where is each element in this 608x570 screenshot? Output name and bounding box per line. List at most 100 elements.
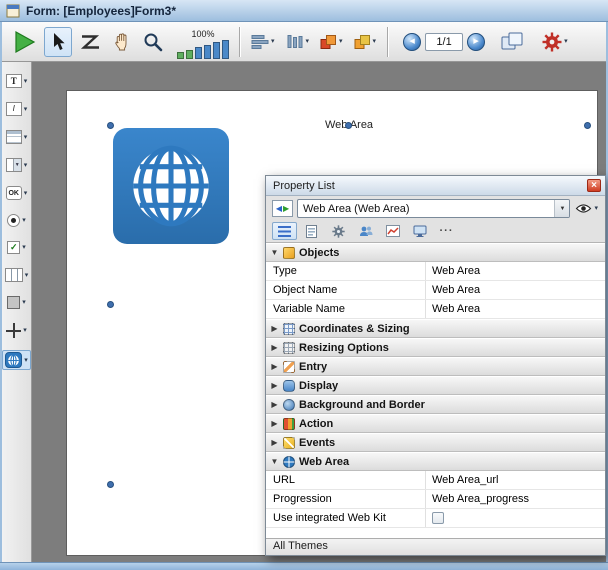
tab-more[interactable]: ··· (434, 222, 459, 240)
align-tool-button[interactable]: ▾ (247, 27, 279, 57)
page-indicator-field[interactable]: 1/1 (425, 33, 463, 51)
chevron-down-icon[interactable]: ▾ (22, 299, 26, 306)
hand-tool-button[interactable] (108, 27, 136, 57)
view-options-button[interactable]: ▾ (574, 203, 599, 214)
section-background-and-border[interactable]: ▶Background and Border (266, 395, 605, 414)
disclosure-triangle-icon[interactable]: ▶ (270, 420, 279, 428)
property-value[interactable]: Web Area (426, 300, 605, 318)
chevron-down-icon[interactable]: ▾ (22, 217, 26, 224)
use-integrated-web-kit-checkbox[interactable] (432, 512, 444, 524)
duplicate-tool-button[interactable]: ▾ (350, 27, 381, 57)
property-value[interactable]: Web Area_url (426, 471, 605, 489)
ok-button-icon: OK (6, 186, 22, 200)
disclosure-triangle-icon[interactable]: ▶ (270, 382, 279, 390)
tab-all-properties[interactable] (272, 222, 297, 240)
layers-tool-button[interactable]: ▾ (316, 27, 347, 57)
field-tool[interactable]: I▾ (3, 100, 31, 118)
distribute-tool-button[interactable]: ▾ (282, 27, 314, 57)
chevron-down-icon[interactable]: ▾ (271, 38, 275, 45)
section-label: Display (299, 380, 338, 392)
property-label: Type (266, 262, 426, 280)
splitter-bar-tool[interactable]: ▾ (2, 266, 32, 284)
next-page-button[interactable]: ▶ (467, 33, 485, 51)
zoom-control[interactable]: 100% (174, 25, 232, 59)
run-form-button[interactable] (7, 27, 41, 57)
chevron-down-icon[interactable]: ▾ (25, 272, 29, 279)
form-pages-button[interactable] (496, 27, 529, 57)
property-list-title: Property List (273, 180, 587, 192)
section-web-area[interactable]: ▼Web Area (266, 452, 605, 471)
webarea-icon (283, 456, 295, 468)
settings-gear-button[interactable]: ▾ (538, 27, 572, 57)
selection-handle[interactable] (345, 122, 352, 129)
tool-palette: T▾I▾▾▼▾OK▾▾✓▾▾▾▾▾ (2, 62, 32, 562)
selection-handle[interactable] (107, 481, 114, 488)
listbox-tool[interactable]: ▾ (3, 128, 31, 146)
property-row-use-integrated-web-kit: Use integrated Web Kit (266, 509, 605, 528)
pen-tool-button[interactable] (75, 27, 105, 57)
themes-filter-button[interactable]: All Themes (266, 538, 605, 555)
canvas: Web Area (32, 62, 606, 562)
disclosure-triangle-icon[interactable]: ▶ (270, 401, 279, 409)
close-button[interactable]: × (587, 179, 601, 192)
checkbox-tool[interactable]: ✓▾ (4, 239, 29, 256)
gear-icon (542, 32, 562, 52)
radio-button-tool[interactable]: ▾ (4, 212, 29, 229)
previous-page-button[interactable]: ◀ (403, 33, 421, 51)
selection-handle[interactable] (107, 301, 114, 308)
object-navigation-button[interactable]: ◀ ▶ (272, 200, 293, 217)
splitter-tool[interactable]: ▾ (3, 321, 30, 340)
toolbar-separator (387, 27, 388, 57)
tab-form-properties[interactable] (299, 222, 324, 240)
chevron-down-icon[interactable]: ▾ (24, 357, 28, 364)
web-area-tool[interactable]: ▾ (2, 350, 31, 370)
magnifier-icon (143, 32, 163, 52)
chevron-down-icon[interactable]: ▾ (24, 78, 28, 85)
property-value[interactable]: Web Area (426, 281, 605, 299)
tab-users[interactable] (353, 222, 378, 240)
form-window-icon (6, 4, 20, 18)
disclosure-triangle-icon[interactable]: ▶ (270, 363, 279, 371)
disclosure-triangle-icon[interactable]: ▼ (270, 458, 279, 466)
chevron-down-icon[interactable]: ▾ (24, 134, 28, 141)
chevron-down-icon[interactable]: ▾ (373, 38, 377, 45)
object-selector-dropdown[interactable]: Web Area (Web Area) ▼ (297, 199, 570, 218)
chevron-down-icon[interactable]: ▾ (23, 327, 27, 334)
property-list-titlebar[interactable]: Property List × (266, 176, 605, 196)
section-entry[interactable]: ▶Entry (266, 357, 605, 376)
combo-box-tool[interactable]: ▼▾ (3, 156, 31, 174)
magnify-tool-button[interactable] (139, 27, 167, 57)
chevron-down-icon[interactable]: ▾ (24, 106, 28, 113)
section-coordinates-sizing[interactable]: ▶Coordinates & Sizing (266, 319, 605, 338)
property-value[interactable]: Web Area_progress (426, 490, 605, 508)
tab-settings[interactable] (326, 222, 351, 240)
chevron-down-icon[interactable]: ▾ (22, 244, 26, 251)
selection-handle[interactable] (584, 122, 591, 129)
tab-chart[interactable] (380, 222, 405, 240)
property-rows: ▼ObjectsTypeWeb AreaObject NameWeb AreaV… (266, 243, 605, 538)
property-value[interactable]: Web Area (426, 262, 605, 280)
button-tool[interactable]: OK▾ (3, 184, 31, 202)
section-resizing-options[interactable]: ▶Resizing Options (266, 338, 605, 357)
chevron-down-icon[interactable]: ▾ (306, 38, 310, 45)
object-selector-row: ◀ ▶ Web Area (Web Area) ▼ ▾ (266, 196, 605, 221)
disclosure-triangle-icon[interactable]: ▶ (270, 325, 279, 333)
tab-display[interactable] (407, 222, 432, 240)
disclosure-triangle-icon[interactable]: ▶ (270, 344, 279, 352)
disclosure-triangle-icon[interactable]: ▶ (270, 439, 279, 447)
chevron-down-icon[interactable]: ▾ (339, 38, 343, 45)
rectangle-tool[interactable]: ▾ (4, 294, 29, 311)
property-value[interactable] (426, 509, 605, 527)
chevron-down-icon[interactable]: ▾ (24, 162, 28, 169)
section-display[interactable]: ▶ Display (266, 376, 605, 395)
section-action[interactable]: ▶Action (266, 414, 605, 433)
section-objects[interactable]: ▼Objects (266, 243, 605, 262)
selection-handle[interactable] (107, 122, 114, 129)
chevron-down-icon[interactable]: ▾ (564, 38, 568, 45)
toolbar: 100% ▾ ▾ ▾ ▾ (2, 22, 606, 62)
text-tool[interactable]: T▾ (3, 72, 31, 90)
chevron-down-icon[interactable]: ▾ (24, 190, 28, 197)
section-events[interactable]: ▶Events (266, 433, 605, 452)
select-tool-button[interactable] (44, 27, 72, 57)
disclosure-triangle-icon[interactable]: ▼ (270, 249, 279, 257)
